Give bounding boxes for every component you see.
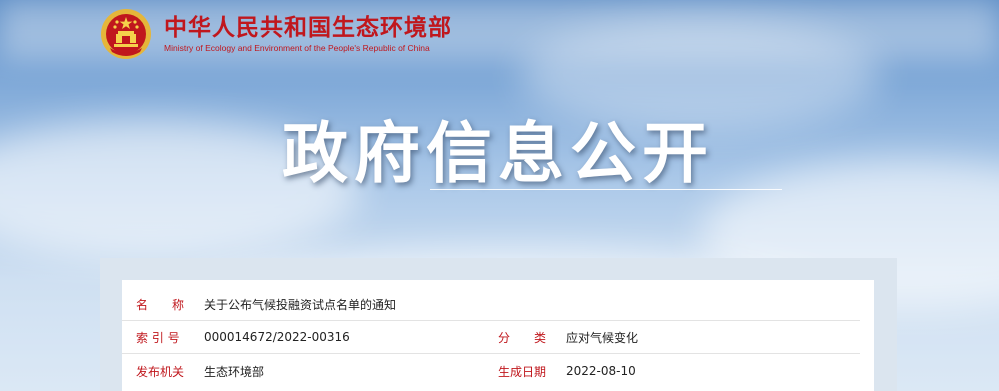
- divider: [122, 320, 860, 321]
- issuer-label: 发布机关: [136, 364, 185, 379]
- name-label: 名 称: [136, 297, 185, 312]
- name-value: 关于公布气候投融资试点名单的通知: [204, 297, 397, 312]
- date-value: 2022-08-10: [566, 364, 636, 378]
- site-subtitle: Ministry of Ecology and Environment of t…: [164, 43, 430, 53]
- info-panel: 名 称 关于公布气候投融资试点名单的通知 索 引 号 000014672/202…: [122, 280, 874, 391]
- banner-divider: [430, 189, 782, 190]
- page-banner-title: 政府信息公开: [282, 115, 714, 192]
- category-value: 应对气候变化: [566, 330, 639, 345]
- index-label: 索 引 号: [136, 330, 180, 345]
- site-header: 中华人民共和国生态环境部 Ministry of Ecology and Env…: [100, 6, 452, 62]
- date-label: 生成日期: [498, 364, 547, 379]
- index-value: 000014672/2022-00316: [204, 330, 350, 344]
- divider: [122, 353, 860, 354]
- issuer-value: 生态环境部: [204, 364, 265, 379]
- national-emblem-icon[interactable]: [100, 8, 152, 60]
- site-title[interactable]: 中华人民共和国生态环境部: [164, 14, 452, 42]
- category-label: 分 类: [498, 330, 547, 345]
